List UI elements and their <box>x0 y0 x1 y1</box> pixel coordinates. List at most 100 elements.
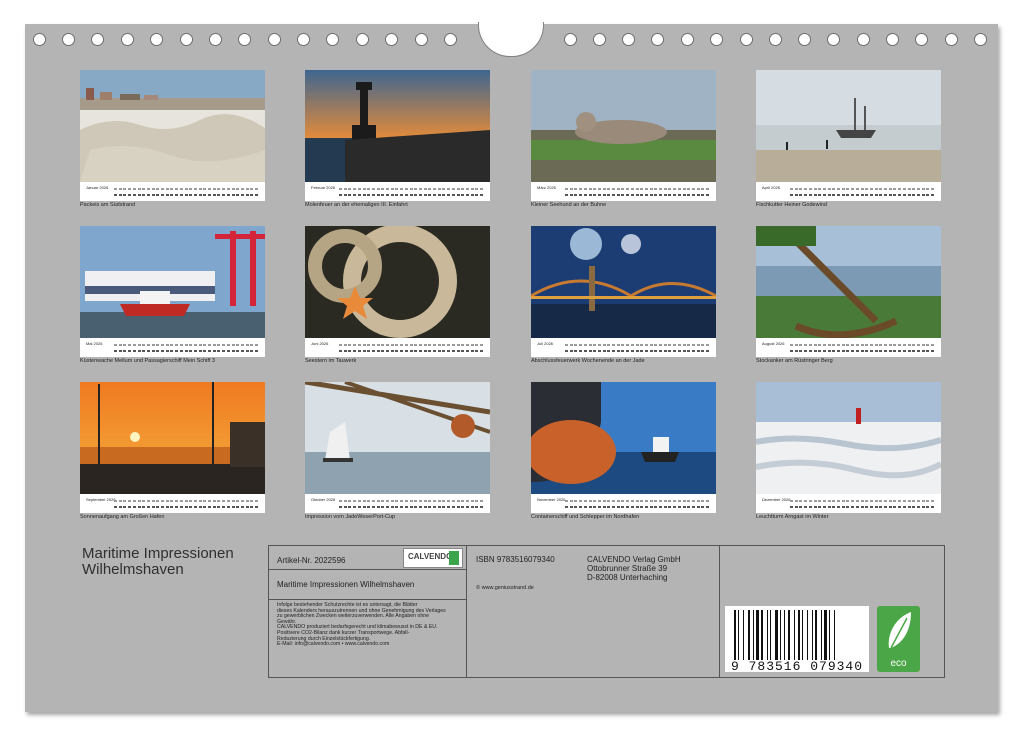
month-name: April 2026 <box>762 185 780 190</box>
calvendo-logo-text: CALVENDO <box>408 552 452 561</box>
month-caption: Stockanker am Rüstringer Berg <box>756 358 833 364</box>
month-photo <box>80 226 265 338</box>
binding-hole <box>238 33 251 46</box>
publisher-line: Ottobrunner Straße 39 <box>587 564 681 573</box>
binding-hole <box>356 33 369 46</box>
month-card: März 2026 <box>531 70 716 201</box>
month-caption: Abschlussfeuerwerk Wochenende an der Jad… <box>531 358 645 364</box>
binding-hole <box>121 33 134 46</box>
binding-hole <box>150 33 163 46</box>
calendar-title-line2: Wilhelmshaven <box>82 562 234 578</box>
month-day-strip <box>565 344 711 354</box>
binding-hole <box>326 33 339 46</box>
binding-hole <box>209 33 222 46</box>
month-photo <box>305 70 490 182</box>
month-name: Oktober 2026 <box>311 497 335 502</box>
product-title: Maritime Impressionen Wilhelmshaven <box>277 580 414 589</box>
binding-hole <box>651 33 664 46</box>
month-name: Dezember 2026 <box>762 497 790 502</box>
month-card: September 2026 <box>80 382 265 513</box>
binding-hole <box>710 33 723 46</box>
month-name: Mai 2026 <box>86 341 102 346</box>
eco-label: eco <box>877 658 920 669</box>
month-photo <box>305 226 490 338</box>
publisher-line: CALVENDO Verlag GmbH <box>587 555 681 564</box>
month-name: August 2026 <box>762 341 784 346</box>
month-photo <box>305 382 490 494</box>
month-caption: Fischkutter Heiner Godewind <box>756 202 827 208</box>
month-card: November 2026 <box>531 382 716 513</box>
binding-hole <box>974 33 987 46</box>
month-photo <box>531 226 716 338</box>
month-caption: Seestern im Tauwerk <box>305 358 356 364</box>
month-card: Mai 2026 <box>80 226 265 357</box>
month-caption: Molenfeuer an der ehemaligen III. Einfah… <box>305 202 408 208</box>
binding-hole <box>798 33 811 46</box>
month-day-strip <box>114 500 260 510</box>
month-day-strip <box>114 344 260 354</box>
binding-hole <box>180 33 193 46</box>
eco-badge: eco <box>877 606 920 672</box>
month-day-strip <box>339 188 485 198</box>
month-card: Juli 2026 <box>531 226 716 357</box>
month-card: Juni 2026 <box>305 226 490 357</box>
binding-hole <box>564 33 577 46</box>
month-day-strip <box>339 500 485 510</box>
month-caption: Containerschiff und Schlepper im Nordhaf… <box>531 514 639 520</box>
month-card: April 2026 <box>756 70 941 201</box>
binding-hole <box>91 33 104 46</box>
month-photo <box>756 226 941 338</box>
binding-hole <box>297 33 310 46</box>
month-name: März 2026 <box>537 185 556 190</box>
month-caption: Leuchtturm Arngast im Winter <box>756 514 828 520</box>
binding-hole <box>886 33 899 46</box>
month-photo <box>531 382 716 494</box>
calendar-title-line1: Maritime Impressionen <box>82 546 234 562</box>
binding-hole <box>827 33 840 46</box>
month-photo <box>756 382 941 494</box>
legal-text: Infolge bestehender Schutzrechte ist es … <box>277 603 446 648</box>
month-day-strip <box>565 500 711 510</box>
month-photo <box>80 382 265 494</box>
binding-hole <box>593 33 606 46</box>
publisher-address: CALVENDO Verlag GmbHOttobrunner Straße 3… <box>587 555 681 582</box>
month-name: Februar 2026 <box>311 185 335 190</box>
photo-copyright: © www.geniusstrand.de <box>476 585 534 591</box>
binding-hole <box>857 33 870 46</box>
month-name: Juni 2026 <box>311 341 328 346</box>
barcode-number: 9 783516 079340 <box>731 659 863 674</box>
month-photo <box>756 70 941 182</box>
month-photo <box>80 70 265 182</box>
calvendo-logo: CALVENDO <box>403 548 463 568</box>
month-day-strip <box>114 188 260 198</box>
binding-hole <box>444 33 457 46</box>
binding-hole <box>415 33 428 46</box>
calendar-title: Maritime Impressionen Wilhelmshaven <box>82 546 234 578</box>
month-name: November 2026 <box>537 497 565 502</box>
binding-hole <box>681 33 694 46</box>
binding-hole <box>622 33 635 46</box>
month-name: Juli 2026 <box>537 341 553 346</box>
isbn: ISBN 9783516079340 <box>476 555 555 564</box>
calvendo-logo-mark <box>449 551 459 565</box>
month-caption: Kleiner Seehund an der Buhne <box>531 202 606 208</box>
month-day-strip <box>565 188 711 198</box>
binding-hole <box>769 33 782 46</box>
month-card: Januar 2026 <box>80 70 265 201</box>
month-card: Februar 2026 <box>305 70 490 201</box>
barcode-bars <box>734 610 860 660</box>
month-caption: Sonnenaufgang am Großen Hafen <box>80 514 164 520</box>
month-day-strip <box>339 344 485 354</box>
publisher-line: D-82008 Unterhaching <box>587 573 681 582</box>
legal-line: zu gewerblichen Zwecken weiterzuverwende… <box>277 614 446 620</box>
isbn-barcode: 9 783516 079340 <box>725 606 869 672</box>
month-card: Oktober 2026 <box>305 382 490 513</box>
month-caption: Küstenwache Mellum und Passagierschiff M… <box>80 358 215 364</box>
binding-hole <box>268 33 281 46</box>
month-day-strip <box>790 188 936 198</box>
month-name: September 2026 <box>86 497 116 502</box>
binding-hole <box>740 33 753 46</box>
binding-hole <box>945 33 958 46</box>
month-caption: Packeis am Südstrand <box>80 202 135 208</box>
binding-hole <box>915 33 928 46</box>
